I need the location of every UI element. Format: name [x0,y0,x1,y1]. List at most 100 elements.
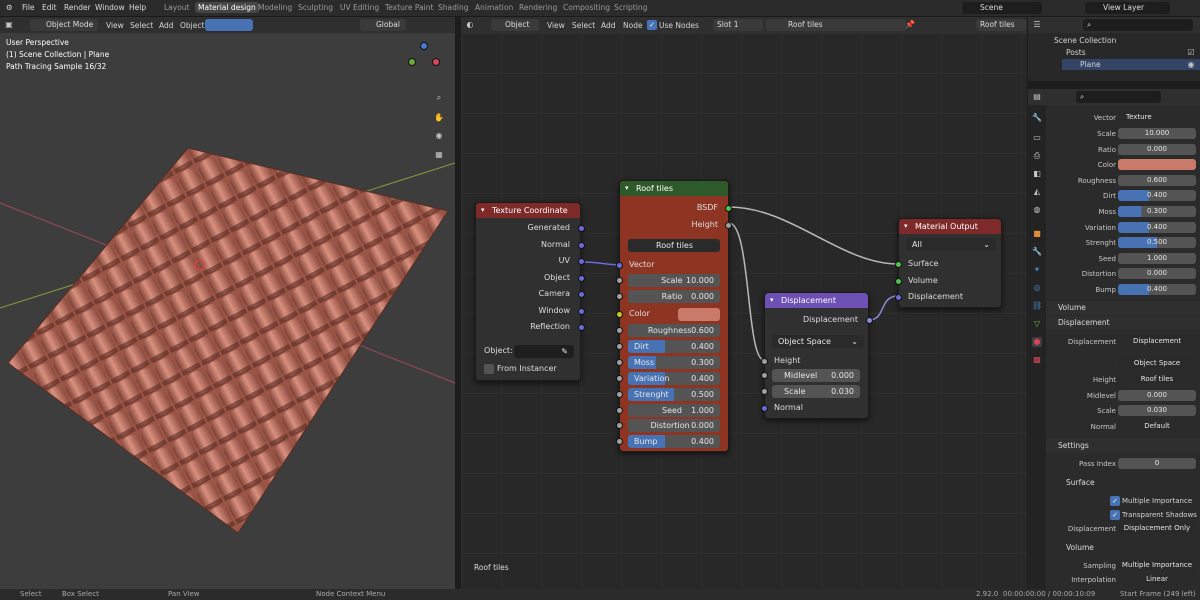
space-dropdown[interactable]: Object Space ⌄ [772,335,864,348]
param-distortion-field[interactable]: Distortion 0.000 [628,419,720,432]
outliner-object-plane[interactable]: Plane [1080,60,1101,69]
workspace-tab[interactable]: Compositing [563,3,610,12]
socket-camera[interactable] [578,291,585,298]
roof-tiles-header[interactable]: Roof tiles [620,181,728,196]
outliner-search[interactable]: ⌕ [1083,19,1193,31]
object-tab-icon[interactable]: ■ [1032,229,1042,239]
prop-value[interactable]: 0.400 [1118,221,1196,233]
socket-reflection[interactable] [578,324,585,331]
outliner[interactable]: Scene Collection Posts Plane ☑ ◉ [1028,33,1200,81]
viewport-menu-select[interactable]: Select [130,21,153,30]
texture-coordinate-header[interactable]: Texture Coordinate [476,203,580,218]
prop-value[interactable] [1118,159,1196,171]
node-editor[interactable]: Texture Coordinate Generated Normal UV O… [461,33,1027,589]
workspace-tab[interactable]: Layout [164,3,190,12]
prop-value[interactable]: 0.400 [1118,284,1196,295]
target-dropdown[interactable]: All ⌄ [906,238,996,251]
prop-transparent-shadows-row[interactable]: ✓ Transparent Shadows [1046,508,1200,522]
socket-scale[interactable] [616,277,623,284]
prop-height-value[interactable]: Roof tiles [1118,374,1196,385]
workspace-tab[interactable]: UV Editing [340,3,379,12]
view-layer-tab-icon[interactable]: ◧ [1032,169,1042,179]
output-tab-icon[interactable]: ⎙ [1032,151,1042,161]
socket-roughness[interactable] [616,327,623,334]
checkbox-icon[interactable]: ☑ [1186,48,1196,58]
editor-type-icon[interactable]: ◐ [465,20,475,30]
material-output-header[interactable]: Material Output [899,219,1001,234]
prop-disp-value[interactable]: Displacement [1118,336,1196,347]
slot-dropdown[interactable]: Slot 1 [713,19,763,31]
prop-value[interactable]: 0.000 [1118,268,1196,280]
scene-selector[interactable]: Scene [962,2,1042,14]
socket-dirt[interactable] [616,343,623,350]
prop-vector-value[interactable]: Texture Coordinate... [1118,112,1196,123]
multiple-importance-checkbox[interactable]: ✓ [1110,496,1120,506]
menu-help[interactable]: Help [129,3,146,12]
socket-surface[interactable] [895,261,902,268]
prop-multiple-importance-row[interactable]: ✓ Multiple Importance [1046,494,1200,508]
zoom-icon[interactable]: ⌕ [434,93,444,103]
visibility-eye-icon[interactable]: ◉ [1186,60,1196,70]
workspace-tab[interactable]: Texture Paint [385,3,433,12]
viewport-menu-object[interactable]: Object [180,21,204,30]
socket-variation[interactable] [616,375,623,382]
prop-value[interactable]: 0.400 [1118,190,1196,202]
param-ratio-field[interactable]: Ratio 0.000 [628,290,720,303]
tool-tab-icon[interactable]: 🔧 [1032,113,1042,123]
navigation-gizmo[interactable] [402,40,444,82]
properties-type-icon[interactable]: ▤ [1032,92,1042,102]
gizmo-x-icon[interactable] [432,58,440,66]
param-dirt-field[interactable]: Dirt 0.400 [628,340,720,353]
outliner-scene-collection[interactable]: Scene Collection [1054,36,1116,45]
prop-normal-value[interactable]: Default [1118,421,1196,432]
section-settings[interactable]: Settings [1046,439,1200,453]
prop-scale-value[interactable]: 0.030 [1118,405,1196,416]
data-tab-icon[interactable]: ▽ [1032,319,1042,329]
socket-color[interactable] [616,311,623,318]
menu-render[interactable]: Render [64,3,91,12]
transparent-shadows-checkbox[interactable]: ✓ [1110,510,1120,520]
object-picker[interactable]: ✎ [514,345,574,358]
socket-ratio[interactable] [616,293,623,300]
3d-viewport[interactable]: User Perspective (1) Scene Collection | … [0,33,455,589]
section-displacement[interactable]: Displacement [1046,316,1200,330]
material-selector[interactable]: Roof tiles [766,19,906,31]
material-output-node[interactable]: Material Output All ⌄ Surface Volume Disp… [895,218,1002,308]
grid-view-icon[interactable]: ▦ [434,150,444,160]
prop-interpolation-dropdown[interactable]: Linear [1118,574,1196,585]
param-bump-field[interactable]: Bump 0.400 [628,435,720,448]
param-roughness-field[interactable]: Roughness 0.600 [628,324,720,337]
viewport-menu-add[interactable]: Add [159,21,174,30]
workspace-tab[interactable]: Shading [438,3,468,12]
prop-value[interactable]: 0.500 [1118,237,1196,249]
prop-value[interactable]: 0.600 [1118,174,1196,186]
node-menu-select[interactable]: Select [572,21,595,30]
gizmo-z-icon[interactable] [420,42,428,50]
workspace-tab[interactable]: Rendering [519,3,557,12]
socket-bsdf[interactable] [725,205,732,212]
eyedropper-icon[interactable]: ✎ [561,345,568,358]
section-volume[interactable]: Volume [1046,301,1200,315]
pinned-material[interactable]: Roof tiles [976,19,1026,31]
physics-tab-icon[interactable]: ◎ [1032,283,1042,293]
param-moss-field[interactable]: Moss 0.300 [628,356,720,369]
socket-height[interactable] [725,222,732,229]
socket-moss[interactable] [616,359,623,366]
orientation-dropdown[interactable]: Global [360,19,406,31]
select-mode-buttons[interactable] [205,19,253,31]
node-menu-add[interactable]: Add [601,21,616,30]
menu-edit[interactable]: Edit [42,3,57,12]
param-variation-field[interactable]: Variation 0.400 [628,372,720,385]
socket-normal[interactable] [578,242,585,249]
midlevel-field[interactable]: Midlevel 0.000 [772,369,860,382]
socket-height-in[interactable] [761,358,768,365]
socket-displacement-in[interactable] [895,294,902,301]
section-surface[interactable]: Surface [1046,476,1200,490]
workspace-tab[interactable]: Animation [475,3,513,12]
socket-window[interactable] [578,308,585,315]
render-tab-icon[interactable]: ▭ [1032,133,1042,143]
socket-displacement-out[interactable] [866,317,873,324]
prop-value[interactable]: 0.000 [1118,143,1196,155]
socket-seed[interactable] [616,407,623,414]
color-swatch[interactable] [678,308,720,321]
